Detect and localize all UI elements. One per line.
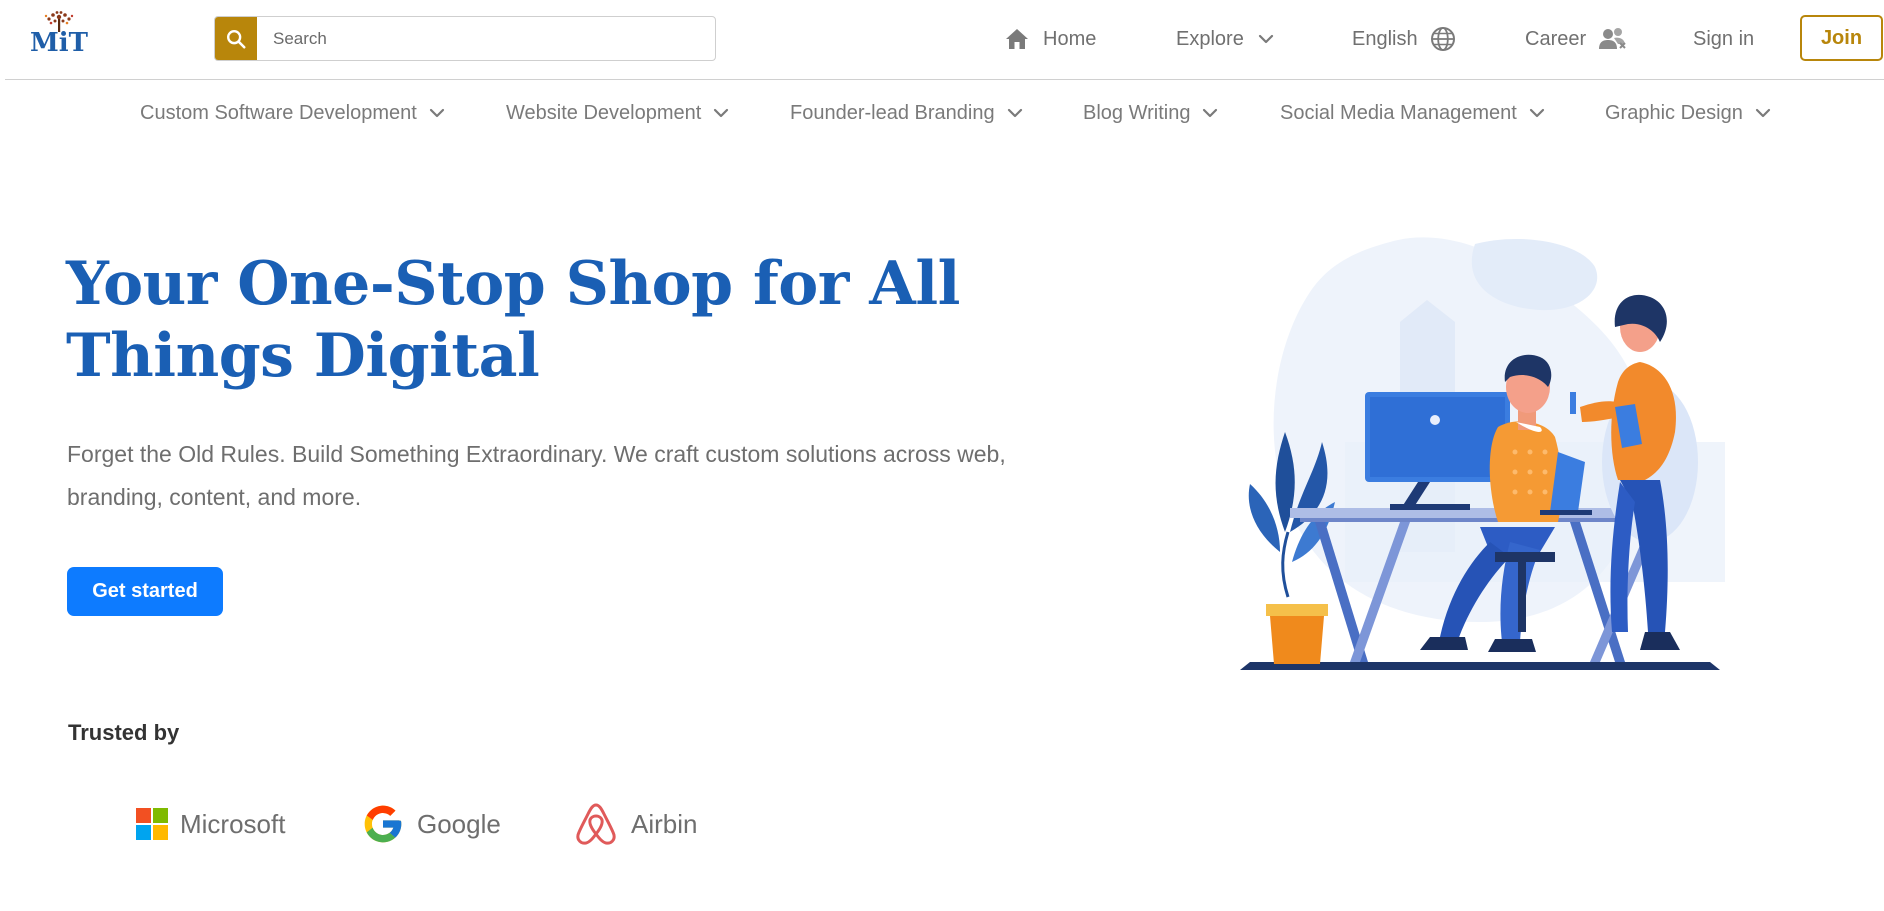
people-icon (1598, 26, 1628, 52)
category-blog-writing[interactable]: Blog Writing (1083, 99, 1218, 127)
category-label: Social Media Management (1280, 101, 1517, 124)
airbnb-logo-icon (573, 801, 619, 847)
sign-in-label: Sign in (1693, 27, 1755, 50)
category-website-development[interactable]: Website Development (506, 99, 729, 127)
nav-explore-label: Explore (1176, 27, 1244, 50)
globe-icon (1430, 26, 1456, 52)
category-label: Custom Software Development (140, 101, 417, 124)
trusted-by-label: Trusted by (68, 720, 180, 745)
category-label: Graphic Design (1605, 101, 1743, 124)
home-icon (1004, 27, 1030, 51)
search-box (214, 16, 716, 61)
category-social-media[interactable]: Social Media Management (1280, 99, 1545, 127)
nav-language-label: English (1352, 27, 1418, 50)
header-divider (5, 79, 1884, 80)
category-founder-branding[interactable]: Founder-lead Branding (790, 99, 1023, 127)
category-graphic-design[interactable]: Graphic Design (1605, 99, 1771, 127)
category-label: Website Development (506, 101, 702, 124)
chevron-down-icon (1007, 108, 1023, 118)
chevron-down-icon (713, 108, 729, 118)
chevron-down-icon (1755, 108, 1771, 118)
chevron-down-icon (429, 108, 445, 118)
join-button[interactable]: Join (1800, 15, 1883, 61)
chevron-down-icon (1258, 34, 1274, 44)
hero-title: Your One-Stop Shop for All Things Digita… (66, 249, 960, 391)
partner-name: Google (417, 808, 501, 839)
partner-name: Airbin (631, 808, 698, 839)
category-label: Founder-lead Branding (790, 101, 995, 124)
chevron-down-icon (1202, 108, 1218, 118)
chevron-down-icon (1529, 108, 1545, 118)
nav-explore[interactable]: Explore (1176, 24, 1274, 54)
search-input[interactable] (257, 17, 715, 60)
category-custom-software[interactable]: Custom Software Development (140, 99, 445, 127)
top-header: MiT Home Explore English (0, 0, 1884, 79)
nav-language[interactable]: English (1352, 24, 1456, 54)
site-logo[interactable]: MiT (22, 10, 96, 58)
hero-illustration (1240, 237, 1725, 670)
partner-airbnb: Airbin (573, 801, 697, 847)
hero-subtitle: Forget the Old Rules. Build Something Ex… (67, 441, 1006, 510)
partner-name: Microsoft (180, 808, 286, 839)
get-started-button[interactable]: Get started (67, 567, 223, 616)
partner-microsoft: Microsoft (136, 801, 285, 847)
nav-career[interactable]: Career (1525, 24, 1628, 54)
partner-google: Google (361, 801, 501, 847)
nav-home[interactable]: Home (1004, 24, 1096, 54)
nav-home-label: Home (1043, 27, 1097, 50)
search-icon (227, 29, 246, 49)
sign-in-link[interactable]: Sign in (1693, 24, 1754, 54)
search-button[interactable] (215, 17, 257, 60)
category-label: Blog Writing (1083, 101, 1191, 124)
nav-career-label: Career (1525, 27, 1587, 50)
microsoft-logo-icon (136, 808, 168, 840)
logo-text: MiT (29, 28, 88, 58)
google-logo-icon (361, 802, 405, 846)
